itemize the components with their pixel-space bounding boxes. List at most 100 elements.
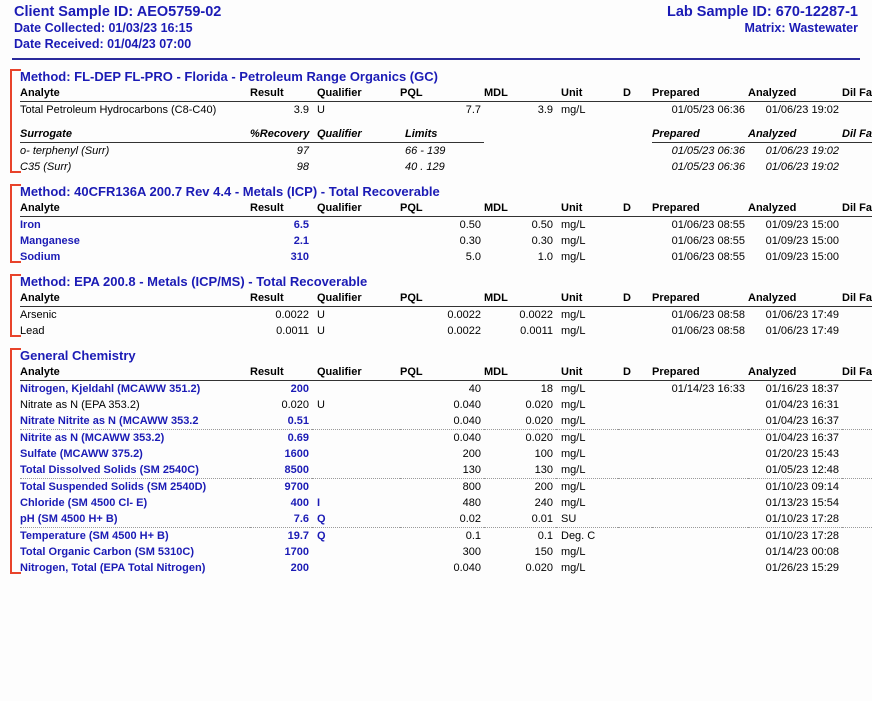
report-section: Method: 40CFR136A 200.7 Rev 4.4 - Metals… xyxy=(0,184,872,265)
cell-qualifier xyxy=(312,381,400,398)
cell-d xyxy=(618,323,652,339)
cell-qualifier xyxy=(312,479,400,496)
cell-pql: 200 xyxy=(400,446,484,462)
cell-qualifier xyxy=(312,413,400,430)
column-header-prepared: Prepared xyxy=(652,291,748,307)
column-header-qualifier: Qualifier xyxy=(312,86,400,102)
cell-unit: mg/L xyxy=(556,446,618,462)
lab-sample-id: Lab Sample ID: 670-12287-1 xyxy=(667,4,858,20)
cell-unit: mg/L xyxy=(556,323,618,339)
table-row: Nitrite as N (MCAWW 353.2)0.690.0400.020… xyxy=(20,430,872,447)
column-header-pql: PQL xyxy=(400,86,484,102)
cell-mdl: 0.020 xyxy=(484,397,556,413)
analyte-table: AnalyteResultQualifierPQLMDLUnitDPrepare… xyxy=(20,291,872,339)
report-section: General ChemistryAnalyteResultQualifierP… xyxy=(0,348,872,576)
cell-analyte: Total Petroleum Hydrocarbons (C8-C40) xyxy=(20,102,250,119)
cell-result: 400 xyxy=(250,495,312,511)
table-row: Iron6.50.500.50mg/L01/06/23 08:5501/09/2… xyxy=(20,217,872,234)
cell-analyzed: 01/05/23 12:48 xyxy=(748,462,842,479)
surrogate-block: Surrogate%RecoveryQualifierLimitsPrepare… xyxy=(20,127,862,175)
cell-limits: 66 - 139 xyxy=(400,143,484,160)
cell-unit: mg/L xyxy=(556,307,618,324)
cell-dil-fac: 1 xyxy=(842,462,872,479)
cell-qualifier xyxy=(312,544,400,560)
cell-mdl: 130 xyxy=(484,462,556,479)
cell-analyte: Manganese xyxy=(20,233,250,249)
column-header-d: D xyxy=(618,201,652,217)
cell-prepared xyxy=(652,560,748,576)
cell-surr-prepared: 01/05/23 06:36 xyxy=(652,159,748,175)
cell-prepared: 01/06/23 08:55 xyxy=(652,217,748,234)
cell-pql: 0.02 xyxy=(400,511,484,528)
cell-analyte: Total Dissolved Solids (SM 2540C) xyxy=(20,462,250,479)
cell-qualifier: U xyxy=(312,397,400,413)
method-title: Method: EPA 200.8 - Metals (ICP/MS) - To… xyxy=(20,274,862,291)
column-header-analyte: Analyte xyxy=(20,365,250,381)
date-collected: Date Collected: 01/03/23 16:15 xyxy=(14,20,193,36)
cell-analyte: Iron xyxy=(20,217,250,234)
column-header-mdl: MDL xyxy=(484,291,556,307)
cell-prepared: 01/06/23 08:55 xyxy=(652,249,748,265)
column-header-surr-dil-fac: Dil Fac xyxy=(842,127,872,143)
cell-prepared xyxy=(652,544,748,560)
cell-result: 1700 xyxy=(250,544,312,560)
cell-d xyxy=(618,560,652,576)
cell-result: 8500 xyxy=(250,462,312,479)
cell-pql: 0.0022 xyxy=(400,323,484,339)
surrogate-table: Surrogate%RecoveryQualifierLimitsPrepare… xyxy=(20,127,872,175)
matrix: Matrix: Wastewater xyxy=(745,20,858,36)
cell-analyte: Nitrite as N (MCAWW 353.2) xyxy=(20,430,250,447)
cell-d xyxy=(618,102,652,119)
table-row: Nitrate as N (EPA 353.2)0.020U0.0400.020… xyxy=(20,397,872,413)
cell-dil-fac: 1 xyxy=(842,430,872,447)
column-header-qualifier: Qualifier xyxy=(312,291,400,307)
cell-d xyxy=(618,413,652,430)
header-divider xyxy=(12,58,860,60)
column-header-mdl: MDL xyxy=(484,86,556,102)
cell-analyzed: 01/10/23 17:28 xyxy=(748,528,842,545)
cell-unit: mg/L xyxy=(556,560,618,576)
cell-dil-fac: 150 xyxy=(842,544,872,560)
cell-result: 1600 xyxy=(250,446,312,462)
column-header-qualifier: Qualifier xyxy=(312,201,400,217)
cell-analyzed: 01/06/23 17:49 xyxy=(748,307,842,324)
cell-mdl: 0.1 xyxy=(484,528,556,545)
table-row: Arsenic0.0022U0.00220.0022mg/L01/06/23 0… xyxy=(20,307,872,324)
cell-mdl: 0.020 xyxy=(484,430,556,447)
column-header-result: Result xyxy=(250,291,312,307)
cell-d xyxy=(618,233,652,249)
cell-result: 200 xyxy=(250,381,312,398)
cell-unit: mg/L xyxy=(556,495,618,511)
column-header-analyzed: Analyzed xyxy=(748,291,842,307)
table-row: Temperature (SM 4500 H+ B)19.7Q0.10.1Deg… xyxy=(20,528,872,545)
cell-analyzed: 01/26/23 15:29 xyxy=(748,560,842,576)
cell-prepared xyxy=(652,528,748,545)
table-row: Manganese2.10.300.30mg/L01/06/23 08:5501… xyxy=(20,233,872,249)
column-header-unit: Unit xyxy=(556,201,618,217)
cell-mdl: 200 xyxy=(484,479,556,496)
cell-pql: 40 xyxy=(400,381,484,398)
cell-qualifier: U xyxy=(312,323,400,339)
cell-analyte: Chloride (SM 4500 Cl- E) xyxy=(20,495,250,511)
cell-unit: mg/L xyxy=(556,479,618,496)
column-header-analyzed: Analyzed xyxy=(748,365,842,381)
cell-unit: mg/L xyxy=(556,462,618,479)
column-header-d: D xyxy=(618,86,652,102)
report-section: Method: FL-DEP FL-PRO - Florida - Petrol… xyxy=(0,69,872,175)
cell-d xyxy=(618,544,652,560)
cell-pql: 7.7 xyxy=(400,102,484,119)
cell-d xyxy=(618,217,652,234)
column-header-result: Result xyxy=(250,201,312,217)
cell-d xyxy=(618,462,652,479)
cell-analyzed: 01/04/23 16:37 xyxy=(748,430,842,447)
cell-d xyxy=(618,479,652,496)
cell-mdl: 0.01 xyxy=(484,511,556,528)
cell-surr-dil-fac: 1 xyxy=(842,143,872,160)
column-header-mdl: MDL xyxy=(484,201,556,217)
header-row-sample-ids: Client Sample ID: AEO5759-02 Lab Sample … xyxy=(14,4,858,20)
table-row: Lead0.0011U0.00220.0011mg/L01/06/23 08:5… xyxy=(20,323,872,339)
cell-analyzed: 01/13/23 15:54 xyxy=(748,495,842,511)
column-header-analyzed: Analyzed xyxy=(748,201,842,217)
column-header-d: D xyxy=(618,365,652,381)
report-sections: Method: FL-DEP FL-PRO - Florida - Petrol… xyxy=(0,69,872,576)
